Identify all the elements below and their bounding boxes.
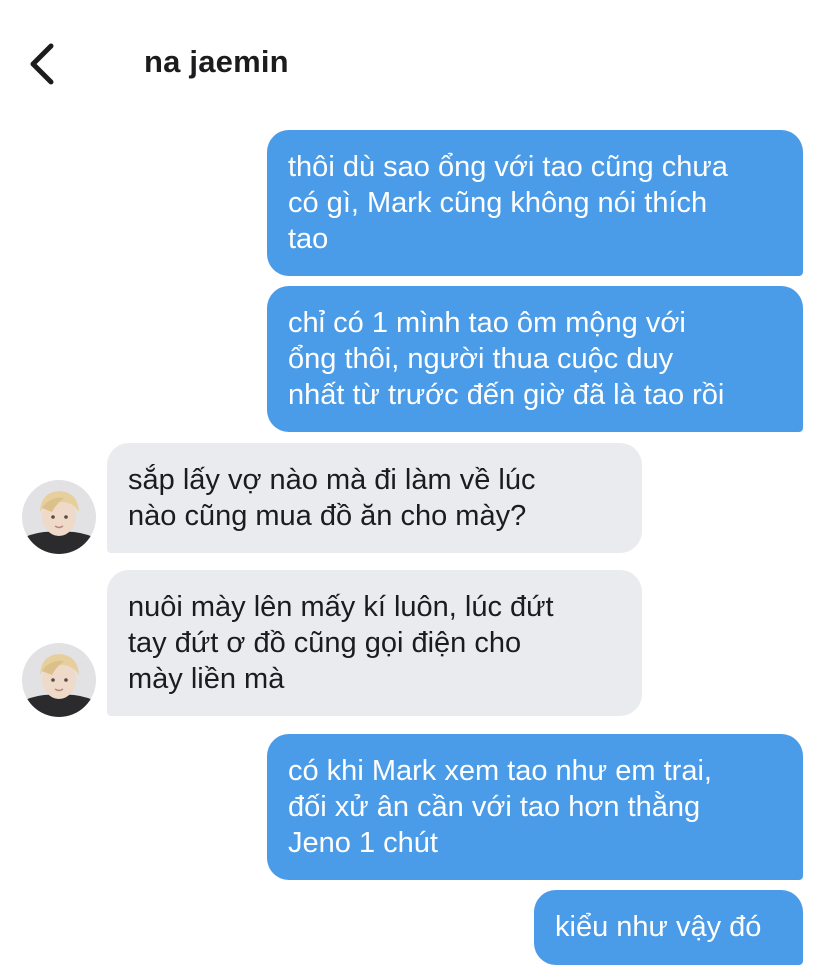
back-button[interactable] [20,38,68,90]
message-bubble-outgoing[interactable]: kiểu như vậy đó [534,890,803,965]
chevron-left-icon [30,43,54,85]
contact-name: na jaemin [144,44,289,79]
message-bubble-outgoing[interactable]: chỉ có 1 mình tao ôm mộng với ổng thôi, … [267,286,803,432]
message-bubble-incoming[interactable]: sắp lấy vợ nào mà đi làm về lúc nào cũng… [107,443,642,553]
contact-avatar[interactable] [22,643,96,717]
message-bubble-outgoing[interactable]: thôi dù sao ổng với tao cũng chưa có gì,… [267,130,803,276]
chat-header: na jaemin [0,0,826,110]
message-bubble-outgoing[interactable]: có khi Mark xem tao như em trai, đối xử … [267,734,803,880]
message-bubble-incoming[interactable]: nuôi mày lên mấy kí luôn, lúc đứt tay đứ… [107,570,642,716]
avatar-photo-icon [22,643,96,717]
contact-avatar[interactable] [22,480,96,554]
avatar-photo-icon [22,480,96,554]
